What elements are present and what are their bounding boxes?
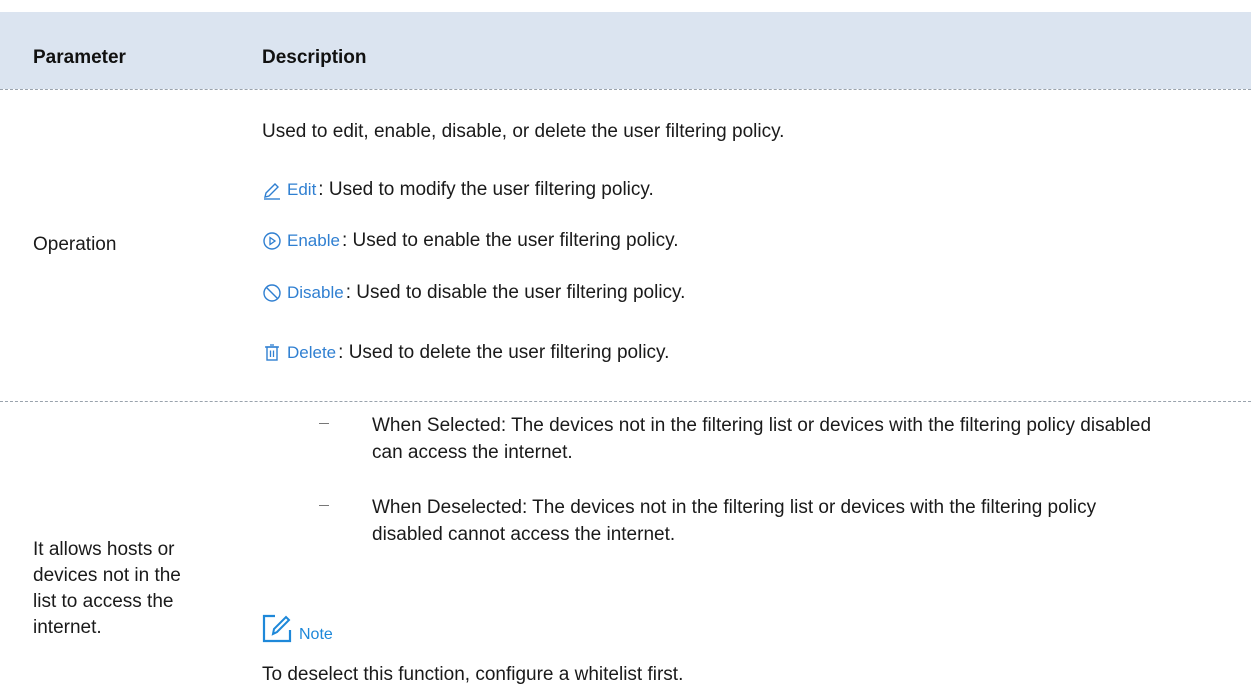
edit-desc: : Used to modify the user filtering poli… (318, 179, 654, 200)
enable-label: Enable (287, 231, 340, 250)
row-allow-parameter: It allows hosts or devices not in the li… (33, 537, 181, 641)
bullet-dash (319, 423, 329, 424)
note-label: Note (299, 626, 333, 643)
bullet-dash (319, 505, 329, 506)
param-line: list to access the (33, 591, 174, 612)
bullet-deselected: When Deselected: The devices not in the … (372, 497, 1097, 545)
header-bottom-rule (0, 89, 1251, 90)
delete-label: Delete (287, 343, 337, 362)
delete-trash-icon (265, 344, 279, 361)
operation-edit-line: Edit : Used to modify the user filtering… (262, 179, 654, 201)
disable-circle-slash-icon (263, 284, 281, 302)
note-icon (262, 614, 292, 643)
operation-enable-line: Enable : Used to enable the user filteri… (262, 230, 679, 252)
disable-desc: : Used to disable the user filtering pol… (345, 282, 686, 303)
table-header-row: Parameter Description (0, 12, 1251, 89)
param-line: It allows hosts or (33, 539, 175, 560)
edit-label: Edit (287, 180, 317, 199)
enable-desc: : Used to enable the user filtering poli… (341, 230, 679, 251)
param-line: internet. (33, 617, 102, 638)
delete-desc: : Used to delete the user filtering poli… (338, 342, 670, 363)
param-line: devices not in the (33, 565, 181, 586)
operation-disable-line: Disable : Used to disable the user filte… (262, 282, 685, 304)
row-separator-rule (0, 401, 1251, 402)
operation-delete-line: Delete : Used to delete the user filteri… (262, 342, 669, 364)
note-text: To deselect this function, configure a w… (262, 664, 684, 685)
header-parameter: Parameter (33, 47, 126, 68)
disable-label: Disable (287, 283, 344, 302)
header-description: Description (262, 47, 367, 68)
parameter-table: Parameter Description Operation Used to … (0, 0, 1251, 699)
row-operation-parameter: Operation (33, 234, 117, 255)
bullet-selected: When Selected: The devices not in the fi… (372, 415, 1152, 463)
edit-pencil-icon (264, 183, 280, 200)
enable-play-icon (263, 232, 281, 250)
operation-intro: Used to edit, enable, disable, or delete… (262, 121, 785, 142)
